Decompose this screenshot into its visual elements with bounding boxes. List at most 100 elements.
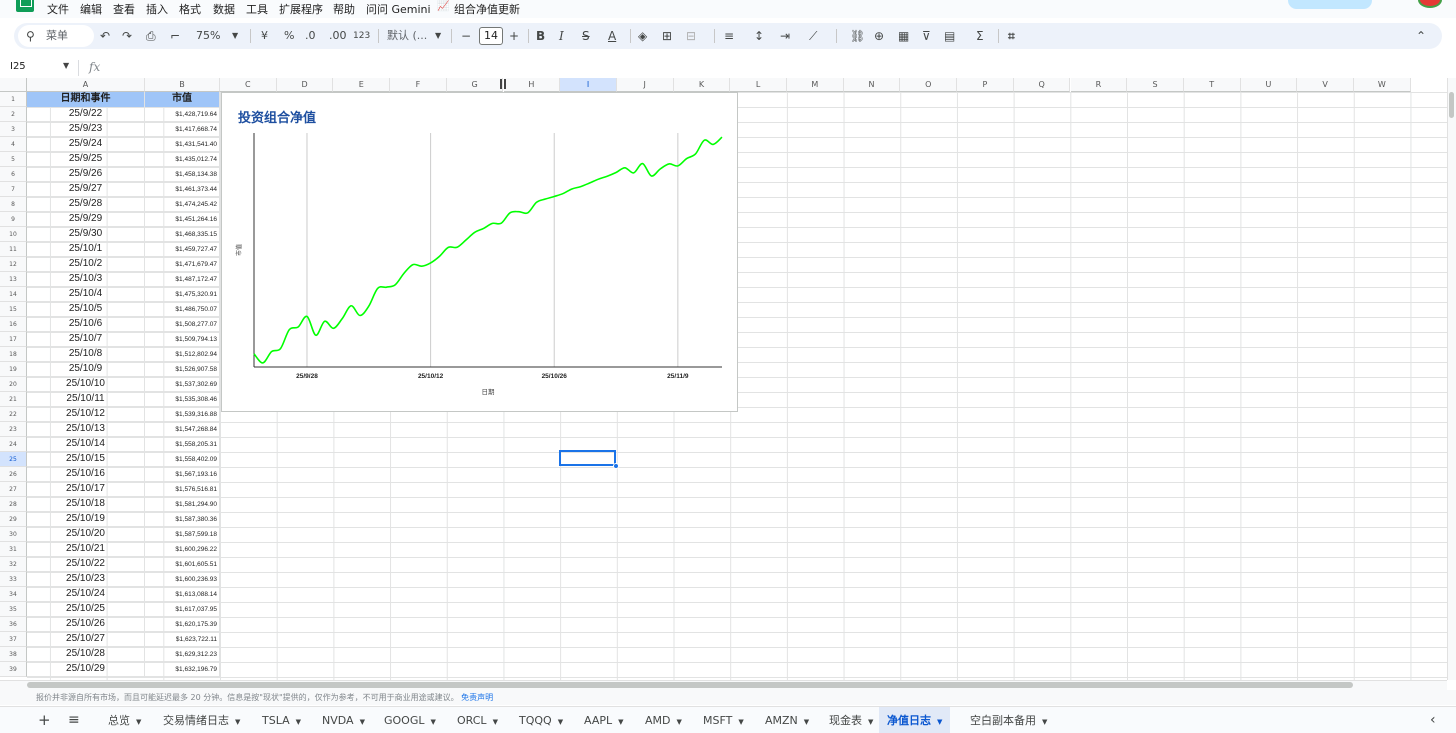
market-value-cell[interactable]: $1,451,264.16 — [145, 212, 220, 227]
row-header-33[interactable]: 33 — [0, 572, 27, 587]
column-header-g[interactable]: G — [446, 78, 504, 92]
tab-chevron-down-icon[interactable]: ▼ — [431, 718, 436, 726]
date-cell[interactable]: 25/10/3 — [27, 272, 145, 287]
market-value-cell[interactable]: $1,508,277.07 — [145, 317, 220, 332]
select-all-corner[interactable] — [0, 78, 27, 92]
column-header-r[interactable]: R — [1070, 78, 1128, 92]
fill-color-icon[interactable]: ◈ — [638, 27, 647, 45]
column-header-s[interactable]: S — [1127, 78, 1184, 92]
market-value-cell[interactable]: $1,587,380.36 — [145, 512, 220, 527]
selected-cell[interactable] — [559, 450, 616, 466]
tab-chevron-down-icon[interactable]: ▼ — [136, 718, 141, 726]
market-value-cell[interactable]: $1,458,134.38 — [145, 167, 220, 182]
row-header-18[interactable]: 18 — [0, 347, 27, 362]
column-header-o[interactable]: O — [900, 78, 958, 92]
column-header-w[interactable]: W — [1354, 78, 1411, 92]
zoom-chevron-down-icon[interactable]: ▼ — [232, 27, 238, 45]
market-value-cell[interactable]: $1,558,402.09 — [145, 452, 220, 467]
tab-chevron-down-icon[interactable]: ▼ — [493, 718, 498, 726]
row-header-5[interactable]: 5 — [0, 152, 27, 167]
market-value-cell[interactable]: $1,558,205.31 — [145, 437, 220, 452]
market-value-cell[interactable]: $1,431,541.40 — [145, 137, 220, 152]
avatar[interactable] — [1418, 0, 1442, 8]
horizontal-scroll-thumb[interactable] — [27, 682, 1353, 688]
market-value-cell[interactable]: $1,629,312.23 — [145, 647, 220, 662]
font-chevron-down-icon[interactable]: ▼ — [435, 27, 441, 45]
row-header-23[interactable]: 23 — [0, 422, 27, 437]
row-header-8[interactable]: 8 — [0, 197, 27, 212]
header-date[interactable]: 日期和事件 — [27, 92, 145, 107]
market-value-cell[interactable]: $1,620,175.39 — [145, 617, 220, 632]
sheets-logo-icon[interactable] — [16, 0, 34, 12]
date-cell[interactable]: 25/10/21 — [27, 542, 145, 557]
add-sheet-icon[interactable]: + — [38, 707, 51, 733]
tab-chevron-down-icon[interactable]: ▼ — [360, 718, 365, 726]
date-cell[interactable]: 25/10/12 — [27, 407, 145, 422]
row-header-2[interactable]: 2 — [0, 107, 27, 122]
market-value-cell[interactable]: $1,461,373.44 — [145, 182, 220, 197]
date-cell[interactable]: 25/10/6 — [27, 317, 145, 332]
market-value-cell[interactable]: $1,417,668.74 — [145, 122, 220, 137]
row-header-39[interactable]: 39 — [0, 662, 27, 677]
vertical-align-icon[interactable]: ↕ — [754, 27, 764, 45]
menu-search[interactable]: ⚲ 菜单 — [18, 25, 94, 47]
date-cell[interactable]: 25/10/14 — [27, 437, 145, 452]
sheet-tab[interactable]: 空白副本备用 ▼ — [970, 707, 1047, 733]
filter-views-icon[interactable]: ▤ — [944, 27, 955, 45]
tab-chevron-down-icon[interactable]: ▼ — [618, 718, 623, 726]
column-header-i[interactable]: I — [560, 78, 617, 92]
date-cell[interactable]: 25/10/17 — [27, 482, 145, 497]
row-header-35[interactable]: 35 — [0, 602, 27, 617]
date-cell[interactable]: 25/10/29 — [27, 662, 145, 677]
market-value-cell[interactable]: $1,623,722.11 — [145, 632, 220, 647]
market-value-cell[interactable]: $1,475,320.91 — [145, 287, 220, 302]
date-cell[interactable]: 25/10/26 — [27, 617, 145, 632]
row-header-34[interactable]: 34 — [0, 587, 27, 602]
decrease-decimal-button[interactable]: .0 — [305, 27, 316, 45]
date-cell[interactable]: 25/10/23 — [27, 572, 145, 587]
text-color-icon[interactable]: A — [608, 27, 616, 45]
date-cell[interactable]: 25/10/4 — [27, 287, 145, 302]
row-header-9[interactable]: 9 — [0, 212, 27, 227]
date-cell[interactable]: 25/9/25 — [27, 152, 145, 167]
name-box[interactable]: I25 — [10, 61, 26, 72]
market-value-cell[interactable]: $1,526,907.58 — [145, 362, 220, 377]
date-cell[interactable]: 25/9/27 — [27, 182, 145, 197]
tab-chevron-down-icon[interactable]: ▼ — [738, 718, 743, 726]
date-cell[interactable]: 25/10/22 — [27, 557, 145, 572]
row-header-12[interactable]: 12 — [0, 257, 27, 272]
share-button[interactable] — [1288, 0, 1372, 9]
scroll-tabs-left-icon[interactable]: ‹ — [1430, 707, 1436, 733]
date-cell[interactable]: 25/10/20 — [27, 527, 145, 542]
date-cell[interactable]: 25/10/11 — [27, 392, 145, 407]
sheet-tab[interactable]: 总览 ▼ — [108, 707, 141, 733]
row-header-15[interactable]: 15 — [0, 302, 27, 317]
italic-icon[interactable]: I — [559, 27, 564, 45]
date-cell[interactable]: 25/10/7 — [27, 332, 145, 347]
date-cell[interactable]: 25/10/27 — [27, 632, 145, 647]
date-cell[interactable]: 25/10/15 — [27, 452, 145, 467]
date-cell[interactable]: 25/9/30 — [27, 227, 145, 242]
column-header-p[interactable]: P — [957, 78, 1014, 92]
increase-decimal-button[interactable]: .00 — [329, 27, 347, 45]
menu-edit[interactable]: 编辑 — [80, 1, 102, 17]
vertical-scrollbar[interactable] — [1447, 78, 1456, 680]
column-header-h[interactable]: H — [503, 78, 561, 92]
market-value-cell[interactable]: $1,537,302.69 — [145, 377, 220, 392]
market-value-cell[interactable]: $1,474,245.42 — [145, 197, 220, 212]
column-header-f[interactable]: F — [390, 78, 447, 92]
horizontal-align-icon[interactable]: ≡ — [724, 27, 734, 45]
row-header-20[interactable]: 20 — [0, 377, 27, 392]
column-header-t[interactable]: T — [1183, 78, 1241, 92]
row-header-32[interactable]: 32 — [0, 557, 27, 572]
column-header-m[interactable]: M — [787, 78, 844, 92]
tab-chevron-down-icon[interactable]: ▼ — [1042, 718, 1047, 726]
date-cell[interactable]: 25/9/24 — [27, 137, 145, 152]
line-chart[interactable]: 投资组合净值 25/9/28 25/10/12 25/10/26 25/11/9 日期市… — [221, 92, 738, 412]
column-header-v[interactable]: V — [1297, 78, 1354, 92]
bold-icon[interactable]: B — [536, 27, 545, 45]
borders-icon[interactable]: ⊞ — [662, 27, 672, 45]
row-header-21[interactable]: 21 — [0, 392, 27, 407]
tab-chevron-down-icon[interactable]: ▼ — [868, 718, 873, 726]
input-tools-icon[interactable]: ⌗ — [1008, 27, 1015, 45]
